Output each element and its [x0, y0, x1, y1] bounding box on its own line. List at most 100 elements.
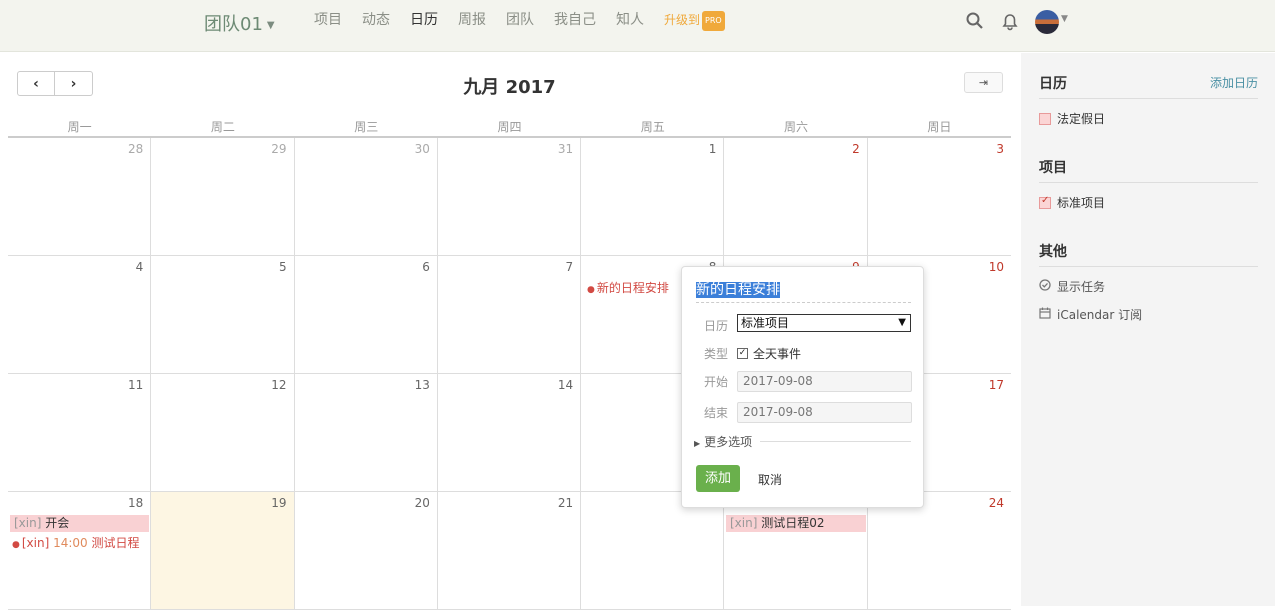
event-test-02[interactable]: [xin] 测试日程02 — [726, 515, 866, 532]
project-color-checkbox[interactable] — [1039, 195, 1051, 209]
weekday-label: 周日 — [927, 120, 952, 134]
day-cell[interactable]: 23 — [724, 492, 868, 610]
sidebar-item-show-tasks[interactable]: 显示任务 — [1039, 278, 1105, 295]
new-event-chip[interactable]: ● 新的日程安排 — [587, 280, 669, 298]
day-cell[interactable]: 30 — [294, 138, 438, 256]
sidebar-item-holiday[interactable]: 法定假日 — [1039, 110, 1105, 127]
day-cell[interactable]: 12 — [151, 374, 295, 492]
team-name: 团队01 — [204, 14, 263, 35]
check-circle-icon — [1039, 279, 1051, 294]
sidebar-heading-label: 项目 — [1039, 160, 1067, 176]
event-title-input[interactable]: 新的日程安排 — [696, 281, 911, 303]
day-cell[interactable]: 5 — [151, 256, 295, 374]
day-cell[interactable]: 7 — [437, 256, 582, 374]
upgrade-label: 升级到 — [664, 13, 701, 27]
day-number: 11 — [128, 378, 144, 392]
weekday-label: 周二 — [210, 120, 235, 134]
sidebar-item-label: 标准项目 — [1057, 196, 1106, 210]
event-title: 测试日程02 — [761, 516, 825, 530]
nav-item-projects[interactable]: 项目 — [314, 11, 342, 31]
day-number: 31 — [557, 142, 574, 156]
calendar-title: 九月 2017 — [463, 77, 556, 98]
weekday-label: 周六 — [784, 120, 809, 134]
calendar-select[interactable]: 标准项目 ▼ — [737, 314, 911, 332]
event-title: 测试日程 — [91, 536, 140, 550]
pro-badge: PRO — [702, 11, 725, 31]
day-cell[interactable]: 4 — [8, 256, 152, 374]
day-cell[interactable]: 31 — [437, 138, 582, 256]
event-meeting[interactable]: [xin] 开会 — [10, 515, 149, 532]
popover-arrow — [673, 281, 681, 297]
nav-item-myself[interactable]: 我自己 — [554, 11, 596, 31]
day-cell[interactable]: 19 — [151, 492, 295, 610]
weekday-label: 周一 — [67, 120, 92, 134]
new-event-popover: 新的日程安排 日历 标准项目 ▼ 类型 ✓ 全天事件 开始 2017-09-08 … — [681, 266, 924, 508]
day-number: 1 — [708, 142, 717, 156]
day-number: 30 — [414, 142, 430, 156]
event-time: 14:00 — [53, 536, 88, 550]
day-cell[interactable]: 29 — [151, 138, 295, 256]
sidebar-item-label: 法定假日 — [1057, 112, 1106, 126]
cancel-button[interactable]: 取消 — [758, 471, 782, 488]
nav-item-activity[interactable]: 动态 — [362, 11, 390, 31]
sidebar-item-label: 显示任务 — [1057, 280, 1106, 294]
day-number: 14 — [557, 378, 574, 392]
chevron-down-icon[interactable]: ▼ — [1061, 14, 1068, 24]
weekday-label: 周四 — [497, 120, 522, 134]
collapse-right-icon: ⇥ — [978, 76, 989, 89]
day-cell[interactable]: 3 — [867, 138, 1011, 256]
start-label: 开始 — [704, 375, 729, 389]
dropdown-arrow-icon: ▼ — [898, 317, 906, 328]
calendar-icon — [1039, 307, 1051, 322]
day-cell[interactable]: 14 — [437, 374, 582, 492]
bell-icon[interactable] — [1000, 11, 1020, 31]
day-cell[interactable]: 6 — [294, 256, 438, 374]
event-test[interactable]: ● [xin] 14:00 测试日程 — [12, 535, 140, 553]
end-label: 结束 — [704, 406, 729, 420]
start-date-input[interactable]: 2017-09-08 — [737, 371, 912, 392]
nav-item-weekly[interactable]: 周报 — [458, 11, 486, 31]
event-tag: [xin] — [730, 516, 758, 530]
add-calendar-link[interactable]: 添加日历 — [1210, 74, 1258, 91]
more-options-toggle[interactable]: ▶ 更多选项 — [694, 433, 752, 450]
upgrade-link[interactable]: 升级到 PRO — [664, 11, 725, 31]
day-number: 19 — [271, 496, 287, 510]
type-label: 类型 — [704, 347, 729, 361]
end-date-input[interactable]: 2017-09-08 — [737, 402, 912, 423]
sidebar-item-icalendar[interactable]: iCalendar 订阅 — [1039, 306, 1142, 323]
top-nav-bar: 团队01 ▼ 项目 动态 日历 周报 团队 我自己 知人 升级到 PRO ▼ — [0, 0, 1275, 52]
day-number: 6 — [422, 260, 430, 274]
sidebar-item-standard-project[interactable]: 标准项目 — [1039, 194, 1105, 211]
day-number: 13 — [414, 378, 430, 392]
day-cell[interactable]: 20 — [294, 492, 438, 610]
search-icon[interactable] — [965, 11, 985, 31]
add-button[interactable]: 添加 — [696, 465, 740, 492]
sidebar-heading-other: 其他 — [1039, 241, 1258, 267]
more-options-label: 更多选项 — [704, 435, 753, 449]
sidebar-heading-label: 其他 — [1039, 244, 1067, 260]
day-cell[interactable]: 1 — [581, 138, 725, 256]
team-switcher[interactable]: 团队01 ▼ — [204, 10, 275, 36]
holiday-color-checkbox[interactable] — [1039, 112, 1051, 125]
calendar-label: 日历 — [704, 319, 729, 333]
allday-checkbox[interactable]: ✓ — [737, 348, 748, 359]
nav-item-people[interactable]: 知人 — [616, 11, 644, 31]
day-number: 4 — [135, 260, 144, 274]
sidebar-heading-calendar: 日历 添加日历 — [1039, 73, 1258, 99]
collapse-sidebar-button[interactable]: ⇥ — [964, 72, 1003, 93]
event-title: 新的日程安排 — [596, 281, 669, 295]
day-cell[interactable]: 21 — [437, 492, 582, 610]
day-cell[interactable]: 22 — [581, 492, 725, 610]
right-sidebar: 日历 添加日历 法定假日 项目 标准项目 其他 显示任务 iCalendar 订… — [1021, 53, 1275, 606]
nav-item-calendar[interactable]: 日历 — [410, 11, 438, 31]
day-number: 10 — [988, 260, 1004, 274]
day-cell[interactable]: 24 — [867, 492, 1011, 610]
day-cell[interactable]: 2 — [724, 138, 868, 256]
day-cell[interactable]: 13 — [294, 374, 438, 492]
day-cell[interactable]: 11 — [8, 374, 152, 492]
event-tag: [xin] — [14, 516, 42, 530]
day-number: 21 — [557, 496, 574, 510]
nav-item-team[interactable]: 团队 — [506, 11, 534, 31]
avatar[interactable] — [1035, 10, 1059, 34]
day-cell[interactable]: 28 — [8, 138, 152, 256]
